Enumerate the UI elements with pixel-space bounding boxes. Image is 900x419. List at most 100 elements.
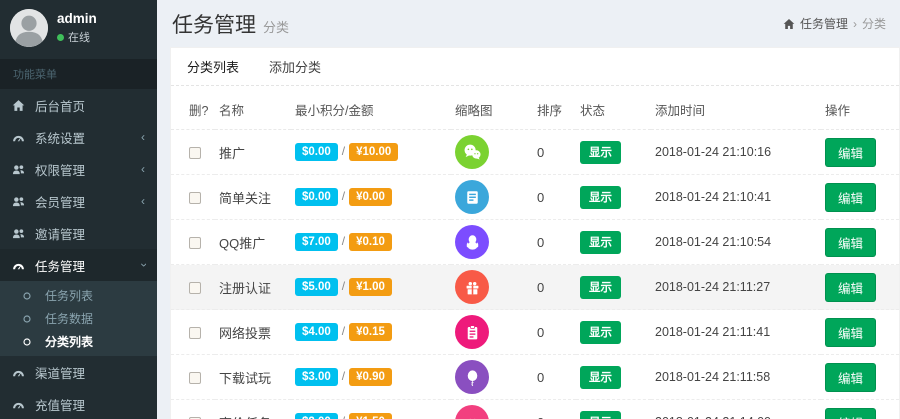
category-name: 下载试玩 (219, 371, 271, 386)
row-checkbox[interactable] (189, 282, 201, 294)
sidebar-item-label: 系统设置 (35, 128, 85, 147)
sidebar-item-recharge[interactable]: 充值管理 (0, 388, 157, 419)
edit-button[interactable]: 编辑 (825, 228, 876, 257)
table-row: 注册认证 $5.00/¥1.00 0 显示 2018-01-24 21:11:2… (171, 265, 899, 310)
row-checkbox[interactable] (189, 192, 201, 204)
circle-icon (22, 312, 36, 326)
min-points-badge: $0.00 (295, 188, 338, 206)
row-checkbox[interactable] (189, 372, 201, 384)
added-time: 2018-01-24 21:10:54 (651, 220, 821, 265)
user-status: 在线 (57, 29, 97, 45)
avatar (10, 9, 48, 47)
sidebar-item-label: 邀请管理 (35, 224, 85, 243)
status-badge[interactable]: 显示 (580, 366, 621, 389)
sidebar-item-label: 权限管理 (35, 160, 85, 179)
min-points-badge: $4.00 (295, 323, 338, 341)
chevron-left-icon: ‹ (141, 131, 145, 143)
chevron-down-icon: ‹ (137, 263, 149, 267)
sort-value: 0 (537, 280, 544, 295)
sidebar-item-permissions[interactable]: 权限管理 ‹ (0, 153, 157, 185)
home-icon (783, 18, 795, 30)
row-checkbox[interactable] (189, 327, 201, 339)
breadcrumb: 任务管理 › 分类 (783, 15, 886, 32)
edit-button[interactable]: 编辑 (825, 273, 876, 302)
sidebar-item-category-list[interactable]: 分类列表 (0, 330, 157, 353)
added-time: 2018-01-24 21:14:09 (651, 400, 821, 419)
circle-icon (22, 335, 36, 349)
users-icon (12, 194, 26, 208)
added-time: 2018-01-24 21:10:16 (651, 130, 821, 175)
sort-value: 0 (537, 415, 544, 419)
circle-icon (22, 289, 36, 303)
sidebar-item-task-list[interactable]: 任务列表 (0, 284, 157, 307)
edit-button[interactable]: 编辑 (825, 138, 876, 167)
tab-category-list[interactable]: 分类列表 (187, 57, 239, 76)
col-sort: 排序 (533, 90, 576, 130)
status-badge[interactable]: 显示 (580, 321, 621, 344)
sidebar: admin 在线 功能菜单 后台首页 系统设置 ‹ 权限管理 ‹ 会员管理 ‹ (0, 0, 157, 419)
breadcrumb-root-link[interactable]: 任务管理 (800, 15, 848, 32)
col-actions: 操作 (821, 90, 899, 130)
row-checkbox[interactable] (189, 237, 201, 249)
min-points-badge: $0.00 (295, 143, 338, 161)
sidebar-item-label: 渠道管理 (35, 363, 85, 382)
edit-button[interactable]: 编辑 (825, 183, 876, 212)
edit-button[interactable]: 编辑 (825, 318, 876, 347)
gauge-icon (12, 130, 26, 144)
sort-value: 0 (537, 370, 544, 385)
sidebar-item-system-settings[interactable]: 系统设置 ‹ (0, 121, 157, 153)
category-name: 简单关注 (219, 191, 271, 206)
edit-button[interactable]: 编辑 (825, 363, 876, 392)
user-panel: admin 在线 (0, 0, 157, 57)
min-amount-badge: ¥0.10 (349, 233, 392, 251)
sidebar-item-label: 任务列表 (45, 287, 93, 304)
sidebar-item-task-data[interactable]: 任务数据 (0, 307, 157, 330)
added-time: 2018-01-24 21:11:27 (651, 265, 821, 310)
user-status-label: 在线 (68, 29, 90, 45)
sidebar-menu: 后台首页 系统设置 ‹ 权限管理 ‹ 会员管理 ‹ 邀请管理 任务管理 ‹ (0, 89, 157, 419)
badge-separator: / (342, 234, 345, 248)
sidebar-item-members[interactable]: 会员管理 ‹ (0, 185, 157, 217)
chevron-left-icon: ‹ (141, 163, 145, 175)
balloon-icon (455, 360, 489, 394)
sidebar-item-tasks[interactable]: 任务管理 ‹ (0, 249, 157, 281)
min-points-badge: $5.00 (295, 278, 338, 296)
badge-separator: / (342, 279, 345, 293)
sidebar-item-label: 任务管理 (35, 256, 85, 275)
sidebar-item-label: 充值管理 (35, 395, 85, 414)
col-thumbnail: 缩略图 (451, 90, 533, 130)
main-content: 任务管理分类 任务管理 › 分类 分类列表 添加分类 删? 名称 最小积分/金额… (157, 0, 900, 419)
sidebar-item-label: 会员管理 (35, 192, 85, 211)
sidebar-item-invites[interactable]: 邀请管理 (0, 217, 157, 249)
status-badge[interactable]: 显示 (580, 276, 621, 299)
table-row: QQ推广 $7.00/¥0.10 0 显示 2018-01-24 21:10:5… (171, 220, 899, 265)
sidebar-item-channels[interactable]: 渠道管理 (0, 356, 157, 388)
table-row: 简单关注 $0.00/¥0.00 0 显示 2018-01-24 21:10:4… (171, 175, 899, 220)
sort-value: 0 (537, 325, 544, 340)
table-row: 高价任务 $2.00/¥1.50 0 显示 2018-01-24 21:14:0… (171, 400, 899, 419)
users-icon (12, 162, 26, 176)
sidebar-item-home[interactable]: 后台首页 (0, 89, 157, 121)
sort-value: 0 (537, 145, 544, 160)
table-row: 网络投票 $4.00/¥0.15 0 显示 2018-01-24 21:11:4… (171, 310, 899, 355)
badge-separator: / (342, 144, 345, 158)
status-badge[interactable]: 显示 (580, 231, 621, 254)
added-time: 2018-01-24 21:11:41 (651, 310, 821, 355)
edit-button[interactable]: 编辑 (825, 408, 876, 419)
status-badge[interactable]: 显示 (580, 186, 621, 209)
col-added-time: 添加时间 (651, 90, 821, 130)
tab-add-category[interactable]: 添加分类 (269, 57, 321, 76)
category-table: 删? 名称 最小积分/金额 缩略图 排序 状态 添加时间 操作 推广 $0.00… (171, 90, 899, 419)
sort-value: 0 (537, 190, 544, 205)
min-amount-badge: ¥10.00 (349, 143, 398, 161)
badge-separator: / (342, 324, 345, 338)
category-name: 推广 (219, 146, 245, 161)
status-badge[interactable]: 显示 (580, 411, 621, 419)
tabs: 分类列表 添加分类 (171, 48, 899, 86)
gauge-icon (12, 365, 26, 379)
row-checkbox[interactable] (189, 147, 201, 159)
status-badge[interactable]: 显示 (580, 141, 621, 164)
col-status: 状态 (576, 90, 651, 130)
category-name: QQ推广 (219, 236, 265, 251)
wechat-icon (455, 135, 489, 169)
